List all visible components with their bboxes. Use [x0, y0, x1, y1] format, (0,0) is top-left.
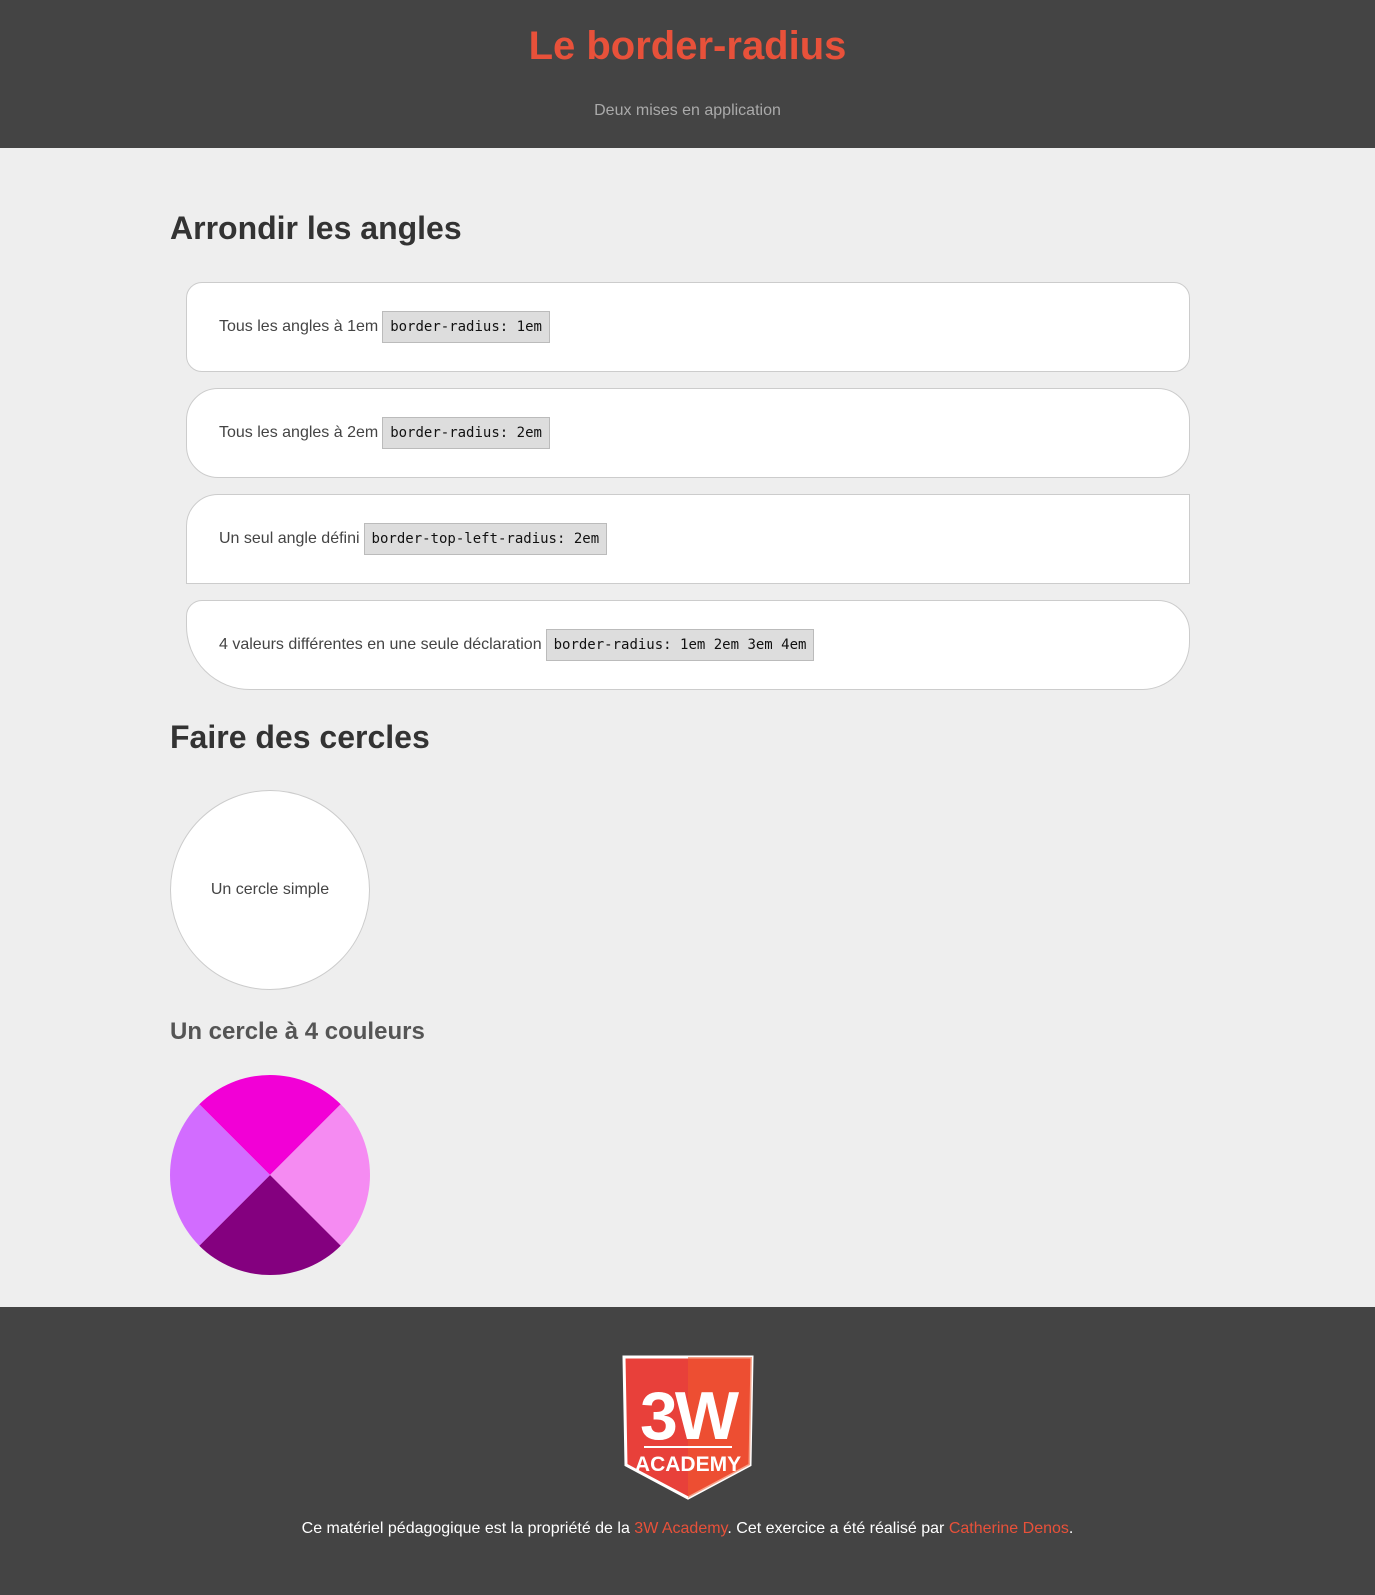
academy-link[interactable]: 3W Academy — [634, 1520, 727, 1537]
example-box-top-left-radius: Un seul angle défini border-top-left-rad… — [186, 494, 1190, 584]
section-title-circles: Faire des cercles — [170, 719, 430, 755]
author-link[interactable]: Catherine Denos — [949, 1520, 1069, 1537]
example-label: Tous les angles à 1em — [219, 318, 379, 335]
section-title-corners: Arrondir les angles — [170, 210, 462, 246]
page-title: Le border-radius — [528, 24, 847, 68]
four-color-circle — [170, 1075, 370, 1275]
site-header: Le border-radius Deux mises en applicati… — [0, 0, 1375, 148]
code-snippet: border-radius: 1em — [382, 311, 550, 343]
example-label: 4 valeurs différentes en une seule décla… — [219, 636, 542, 653]
four-color-circle-title: Un cercle à 4 couleurs — [170, 1018, 425, 1045]
code-snippet: border-radius: 2em — [382, 417, 550, 449]
credit-suffix: . — [1068, 1520, 1074, 1537]
example-box-radius-2em: Tous les angles à 2em border-radius: 2em — [186, 388, 1190, 478]
four-color-circle-graphic — [170, 1075, 370, 1275]
example-label: Tous les angles à 2em — [219, 424, 379, 441]
page-subtitle: Deux mises en application — [594, 102, 781, 119]
simple-circle-label: Un cercle simple — [210, 881, 330, 898]
svg-text:3W: 3W — [640, 1378, 740, 1454]
code-snippet: border-radius: 1em 2em 3em 4em — [545, 629, 815, 661]
main-content: Arrondir les angles Tous les angles à 1e… — [0, 148, 1375, 1307]
3w-academy-logo-graphic: 3W ACADEMY — [622, 1355, 754, 1500]
code-snippet: border-top-left-radius: 2em — [363, 523, 608, 555]
3w-academy-logo[interactable]: 3W ACADEMY — [622, 1355, 754, 1506]
example-label: Un seul angle défini — [219, 530, 360, 547]
site-footer: 3W ACADEMY Ce matériel pédagogique est l… — [0, 1307, 1375, 1595]
example-box-radius-1em: Tous les angles à 1em border-radius: 1em — [186, 282, 1190, 372]
credit-middle: . Cet exercice a été réalisé par — [727, 1520, 949, 1537]
svg-text:ACADEMY: ACADEMY — [635, 1453, 741, 1476]
credit-prefix: Ce matériel pédagogique est la propriété… — [301, 1520, 635, 1537]
footer-credits: Ce matériel pédagogique est la propriété… — [0, 1520, 1375, 1538]
example-box-four-values: 4 valeurs différentes en une seule décla… — [186, 600, 1190, 690]
simple-circle: Un cercle simple — [170, 790, 370, 990]
